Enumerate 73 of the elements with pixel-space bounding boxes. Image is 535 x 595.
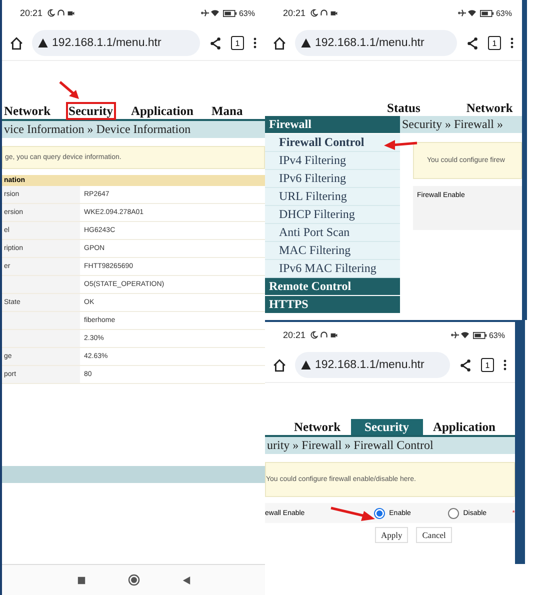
nav-tab[interactable]: Network — [462, 100, 517, 116]
sidebar-group[interactable]: Firewall — [265, 116, 400, 134]
headphones-icon — [320, 9, 328, 17]
more-menu-icon[interactable] — [503, 359, 507, 371]
camera-icon — [330, 9, 338, 17]
sidebar-item[interactable]: IPv4 Filtering — [265, 152, 400, 170]
headphones-icon — [320, 331, 328, 339]
share-icon[interactable] — [466, 36, 479, 50]
warning-icon — [301, 360, 311, 370]
more-menu-icon[interactable] — [510, 37, 514, 49]
tab-count-button[interactable]: 1 — [231, 36, 244, 50]
more-menu-icon[interactable] — [253, 37, 257, 49]
sidebar-item[interactable]: MAC Filtering — [265, 242, 400, 260]
battery-level: 63% — [238, 8, 255, 18]
camera-icon — [66, 9, 75, 17]
battery-icon — [222, 10, 237, 16]
home-icon[interactable] — [273, 358, 286, 372]
airplane-icon — [450, 331, 459, 339]
sidebar-item[interactable]: IPv6 Filtering — [265, 170, 400, 188]
camera-icon — [330, 331, 338, 339]
home-icon[interactable] — [273, 36, 286, 50]
annotation-arrow — [329, 506, 377, 522]
annotation-arrow — [383, 138, 419, 152]
annotation-arrow — [58, 80, 82, 102]
nav-tab[interactable]: Status — [383, 100, 424, 116]
home-icon[interactable] — [10, 36, 23, 50]
airplane-icon — [458, 9, 466, 17]
recents-icon[interactable] — [76, 576, 86, 584]
nav-tab[interactable]: Network — [2, 103, 53, 119]
warning-icon — [38, 38, 48, 48]
warning-icon — [301, 38, 311, 48]
sidebar-item[interactable]: Anti Port Scan — [265, 224, 400, 242]
moon-icon — [310, 331, 318, 339]
address-field[interactable]: 192.168.1.1/menu.htr — [295, 30, 457, 56]
nav-tab[interactable]: Application — [128, 103, 196, 119]
apply-button[interactable]: Apply — [375, 527, 408, 543]
tab-count-button[interactable]: 1 — [488, 36, 501, 50]
address-field[interactable]: 192.168.1.1/menu.htr — [32, 30, 200, 56]
wifi-icon — [460, 331, 469, 339]
nav-tab[interactable]: Network — [290, 419, 345, 435]
sidebar-item[interactable]: DHCP Filtering — [265, 206, 400, 224]
nav-tab[interactable]: Application — [428, 419, 500, 435]
radio-button[interactable] — [374, 508, 386, 518]
address-field[interactable]: 192.168.1.1/menu.htr — [295, 352, 450, 378]
breadcrumb: vice Information » Device Information — [2, 121, 265, 138]
sidebar-group[interactable]: Remote Control — [265, 278, 400, 296]
battery-icon — [480, 10, 494, 16]
moon-icon — [46, 9, 55, 17]
nav-tab[interactable]: Security — [350, 419, 423, 435]
breadcrumb: Security » Firewall » — [400, 116, 522, 133]
cancel-button[interactable]: Cancel — [416, 527, 452, 543]
tab-count-button[interactable]: 1 — [481, 358, 494, 372]
sidebar-item[interactable]: URL Filtering — [265, 188, 400, 206]
status-time: 20:21 — [283, 330, 306, 340]
breadcrumb: urity » Firewall » Firewall Control — [265, 437, 515, 454]
wifi-icon — [468, 9, 476, 17]
home-button-icon[interactable] — [128, 574, 140, 586]
battery-icon — [472, 332, 487, 338]
share-icon[interactable] — [459, 358, 472, 372]
moon-icon — [310, 9, 318, 17]
airplane-icon — [200, 9, 209, 17]
share-icon[interactable] — [209, 36, 222, 50]
status-time: 20:21 — [283, 8, 306, 18]
nav-tab[interactable]: Security — [66, 103, 115, 119]
sidebar-group[interactable]: HTTPS — [265, 296, 400, 314]
status-time: 20:21 — [20, 8, 43, 18]
battery-level: 63% — [488, 330, 505, 340]
headphones-icon — [56, 9, 65, 17]
wifi-icon — [210, 9, 219, 17]
back-icon[interactable] — [182, 576, 190, 584]
battery-level: 63% — [496, 8, 512, 18]
nav-tab[interactable]: Mana — [209, 103, 245, 119]
radio-button[interactable] — [448, 508, 460, 518]
